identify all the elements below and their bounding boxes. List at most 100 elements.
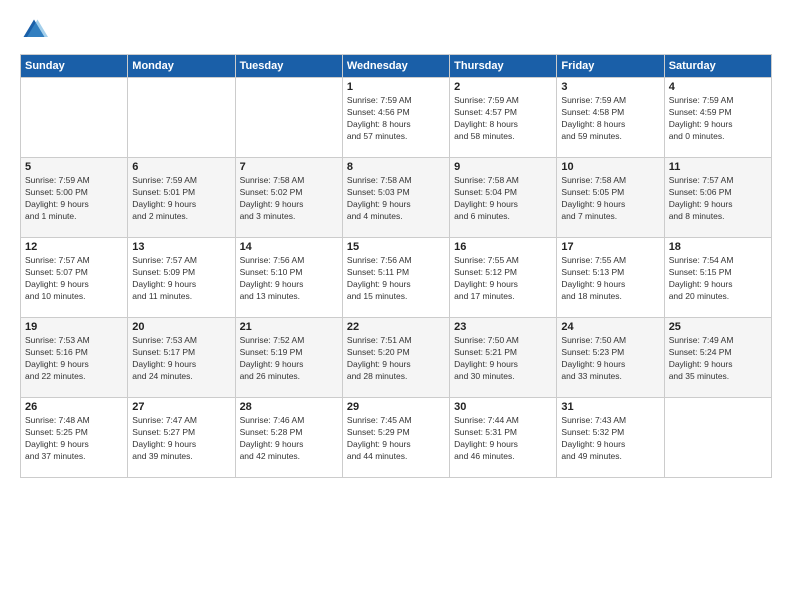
day-cell: 7 Sunrise: 7:58 AM Sunset: 5:02 PM Daylig… xyxy=(235,158,342,238)
day-cell: 3 Sunrise: 7:59 AM Sunset: 4:58 PM Daylig… xyxy=(557,78,664,158)
day-cell: 23 Sunrise: 7:50 AM Sunset: 5:21 PM Dayli… xyxy=(450,318,557,398)
day-cell: 19 Sunrise: 7:53 AM Sunset: 5:16 PM Dayli… xyxy=(21,318,128,398)
logo-icon xyxy=(20,16,48,44)
day-number: 3 xyxy=(561,81,659,93)
day-info: Sunrise: 7:56 AM Sunset: 5:10 PM Dayligh… xyxy=(240,255,338,303)
weekday-header-tuesday: Tuesday xyxy=(235,55,342,78)
week-row-1: 1Sunrise: 7:59 AM Sunset: 4:56 PM Daylig… xyxy=(21,78,772,158)
day-number: 13 xyxy=(132,241,230,253)
day-number: 9 xyxy=(454,161,552,173)
day-cell xyxy=(21,78,128,158)
day-cell: 11 Sunrise: 7:57 AM Sunset: 5:06 PM Dayli… xyxy=(664,158,771,238)
day-cell: 26 Sunrise: 7:48 AM Sunset: 5:25 PM Dayli… xyxy=(21,398,128,478)
weekday-header-wednesday: Wednesday xyxy=(342,55,449,78)
day-number: 26 xyxy=(25,401,123,413)
day-info: Sunrise: 7:59 AM Sunset: 5:01 PM Dayligh… xyxy=(132,175,230,223)
day-cell: 25 Sunrise: 7:49 AM Sunset: 5:24 PM Dayli… xyxy=(664,318,771,398)
day-info: Sunrise: 7:57 AM Sunset: 5:06 PM Dayligh… xyxy=(669,175,767,223)
logo xyxy=(20,16,52,44)
day-cell: 28 Sunrise: 7:46 AM Sunset: 5:28 PM Dayli… xyxy=(235,398,342,478)
day-info: Sunrise: 7:43 AM Sunset: 5:32 PM Dayligh… xyxy=(561,415,659,463)
weekday-header-saturday: Saturday xyxy=(664,55,771,78)
day-info: Sunrise: 7:50 AM Sunset: 5:23 PM Dayligh… xyxy=(561,335,659,383)
day-info: Sunrise: 7:59 AM Sunset: 5:00 PM Dayligh… xyxy=(25,175,123,223)
day-number: 6 xyxy=(132,161,230,173)
day-info: Sunrise: 7:54 AM Sunset: 5:15 PM Dayligh… xyxy=(669,255,767,303)
day-number: 21 xyxy=(240,321,338,333)
day-info: Sunrise: 7:59 AM Sunset: 4:56 PM Dayligh… xyxy=(347,95,445,143)
weekday-header-sunday: Sunday xyxy=(21,55,128,78)
day-number: 30 xyxy=(454,401,552,413)
day-info: Sunrise: 7:51 AM Sunset: 5:20 PM Dayligh… xyxy=(347,335,445,383)
day-cell: 16 Sunrise: 7:55 AM Sunset: 5:12 PM Dayli… xyxy=(450,238,557,318)
day-info: Sunrise: 7:53 AM Sunset: 5:17 PM Dayligh… xyxy=(132,335,230,383)
header xyxy=(20,16,772,44)
day-cell: 18Sunrise: 7:54 AM Sunset: 5:15 PM Dayli… xyxy=(664,238,771,318)
day-number: 14 xyxy=(240,241,338,253)
day-cell: 30 Sunrise: 7:44 AM Sunset: 5:31 PM Dayli… xyxy=(450,398,557,478)
day-number: 28 xyxy=(240,401,338,413)
day-number: 7 xyxy=(240,161,338,173)
day-number: 17 xyxy=(561,241,659,253)
day-cell: 22 Sunrise: 7:51 AM Sunset: 5:20 PM Dayli… xyxy=(342,318,449,398)
day-info: Sunrise: 7:58 AM Sunset: 5:02 PM Dayligh… xyxy=(240,175,338,223)
weekday-header-monday: Monday xyxy=(128,55,235,78)
week-row-5: 26 Sunrise: 7:48 AM Sunset: 5:25 PM Dayli… xyxy=(21,398,772,478)
day-cell: 24 Sunrise: 7:50 AM Sunset: 5:23 PM Dayli… xyxy=(557,318,664,398)
day-number: 29 xyxy=(347,401,445,413)
day-cell: 15 Sunrise: 7:56 AM Sunset: 5:11 PM Dayli… xyxy=(342,238,449,318)
day-cell: 4 Sunrise: 7:59 AM Sunset: 4:59 PM Daylig… xyxy=(664,78,771,158)
day-cell: 2Sunrise: 7:59 AM Sunset: 4:57 PM Daylig… xyxy=(450,78,557,158)
day-number: 20 xyxy=(132,321,230,333)
day-number: 15 xyxy=(347,241,445,253)
day-info: Sunrise: 7:52 AM Sunset: 5:19 PM Dayligh… xyxy=(240,335,338,383)
day-number: 4 xyxy=(669,81,767,93)
day-cell: 13 Sunrise: 7:57 AM Sunset: 5:09 PM Dayli… xyxy=(128,238,235,318)
day-number: 12 xyxy=(25,241,123,253)
day-number: 11 xyxy=(669,161,767,173)
day-info: Sunrise: 7:58 AM Sunset: 5:05 PM Dayligh… xyxy=(561,175,659,223)
week-row-2: 5 Sunrise: 7:59 AM Sunset: 5:00 PM Daylig… xyxy=(21,158,772,238)
day-number: 24 xyxy=(561,321,659,333)
day-info: Sunrise: 7:53 AM Sunset: 5:16 PM Dayligh… xyxy=(25,335,123,383)
day-info: Sunrise: 7:46 AM Sunset: 5:28 PM Dayligh… xyxy=(240,415,338,463)
day-number: 8 xyxy=(347,161,445,173)
day-cell: 9 Sunrise: 7:58 AM Sunset: 5:04 PM Daylig… xyxy=(450,158,557,238)
day-number: 19 xyxy=(25,321,123,333)
day-info: Sunrise: 7:59 AM Sunset: 4:59 PM Dayligh… xyxy=(669,95,767,143)
day-info: Sunrise: 7:57 AM Sunset: 5:09 PM Dayligh… xyxy=(132,255,230,303)
day-cell: 5 Sunrise: 7:59 AM Sunset: 5:00 PM Daylig… xyxy=(21,158,128,238)
day-number: 31 xyxy=(561,401,659,413)
day-cell: 6 Sunrise: 7:59 AM Sunset: 5:01 PM Daylig… xyxy=(128,158,235,238)
day-cell: 17Sunrise: 7:55 AM Sunset: 5:13 PM Dayli… xyxy=(557,238,664,318)
day-info: Sunrise: 7:57 AM Sunset: 5:07 PM Dayligh… xyxy=(25,255,123,303)
day-number: 23 xyxy=(454,321,552,333)
day-cell: 8Sunrise: 7:58 AM Sunset: 5:03 PM Daylig… xyxy=(342,158,449,238)
day-info: Sunrise: 7:55 AM Sunset: 5:12 PM Dayligh… xyxy=(454,255,552,303)
day-cell: 29Sunrise: 7:45 AM Sunset: 5:29 PM Dayli… xyxy=(342,398,449,478)
day-cell: 12 Sunrise: 7:57 AM Sunset: 5:07 PM Dayli… xyxy=(21,238,128,318)
day-cell: 21 Sunrise: 7:52 AM Sunset: 5:19 PM Dayli… xyxy=(235,318,342,398)
day-info: Sunrise: 7:48 AM Sunset: 5:25 PM Dayligh… xyxy=(25,415,123,463)
day-number: 16 xyxy=(454,241,552,253)
day-info: Sunrise: 7:49 AM Sunset: 5:24 PM Dayligh… xyxy=(669,335,767,383)
day-info: Sunrise: 7:58 AM Sunset: 5:04 PM Dayligh… xyxy=(454,175,552,223)
day-cell xyxy=(664,398,771,478)
day-cell: 1Sunrise: 7:59 AM Sunset: 4:56 PM Daylig… xyxy=(342,78,449,158)
day-cell xyxy=(128,78,235,158)
day-info: Sunrise: 7:47 AM Sunset: 5:27 PM Dayligh… xyxy=(132,415,230,463)
day-cell: 31 Sunrise: 7:43 AM Sunset: 5:32 PM Dayli… xyxy=(557,398,664,478)
calendar: SundayMondayTuesdayWednesdayThursdayFrid… xyxy=(20,54,772,478)
day-number: 5 xyxy=(25,161,123,173)
day-info: Sunrise: 7:59 AM Sunset: 4:58 PM Dayligh… xyxy=(561,95,659,143)
day-number: 25 xyxy=(669,321,767,333)
day-number: 27 xyxy=(132,401,230,413)
day-info: Sunrise: 7:56 AM Sunset: 5:11 PM Dayligh… xyxy=(347,255,445,303)
day-info: Sunrise: 7:44 AM Sunset: 5:31 PM Dayligh… xyxy=(454,415,552,463)
day-number: 22 xyxy=(347,321,445,333)
day-number: 2 xyxy=(454,81,552,93)
page: SundayMondayTuesdayWednesdayThursdayFrid… xyxy=(0,0,792,612)
day-cell xyxy=(235,78,342,158)
day-info: Sunrise: 7:50 AM Sunset: 5:21 PM Dayligh… xyxy=(454,335,552,383)
day-number: 10 xyxy=(561,161,659,173)
